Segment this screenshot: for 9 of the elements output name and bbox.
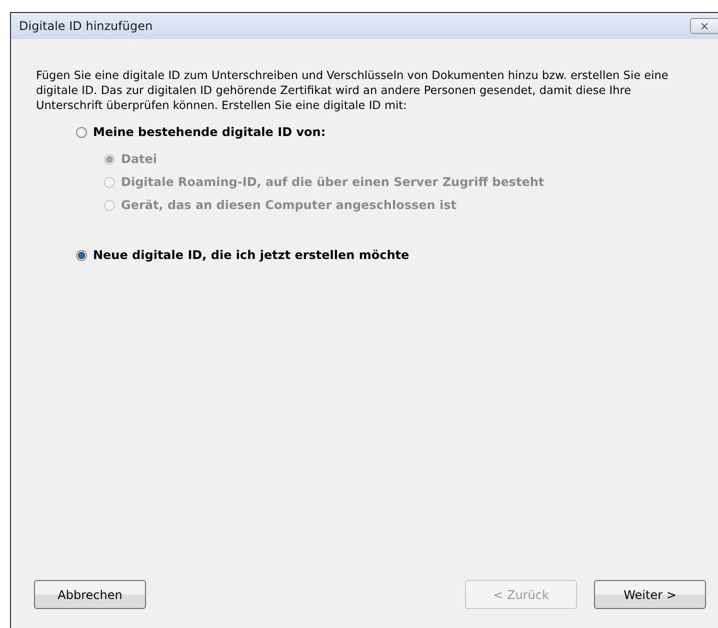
radio-button[interactable] (76, 126, 87, 138)
intro-text: Fügen Sie eine digitale ID zum Unterschreiben und Verschlüsseln von Dokumenten hinzu bzw. erstellen Sie eine digitale ID. Das zur digitalen ID gehörende Zertifikat wird an andere Personen gesendet, damit diese Ihre Unterschrift überprüfen können. Erstellen Sie eine digitale ID mit: (36, 68, 670, 113)
window-title: Digitale ID hinzufügen (19, 19, 153, 33)
radio-label[interactable]: Neue digitale ID, die ich jetzt erstellen möchte (93, 248, 410, 262)
dialog-button[interactable]: Weiter > (594, 580, 706, 609)
radio-label[interactable]: Meine bestehende digitale ID von: (93, 125, 326, 139)
close-button[interactable]: ⨯ (690, 18, 718, 34)
radio-button[interactable] (76, 250, 87, 260)
dialog-button[interactable]: Abbrechen (34, 580, 146, 609)
